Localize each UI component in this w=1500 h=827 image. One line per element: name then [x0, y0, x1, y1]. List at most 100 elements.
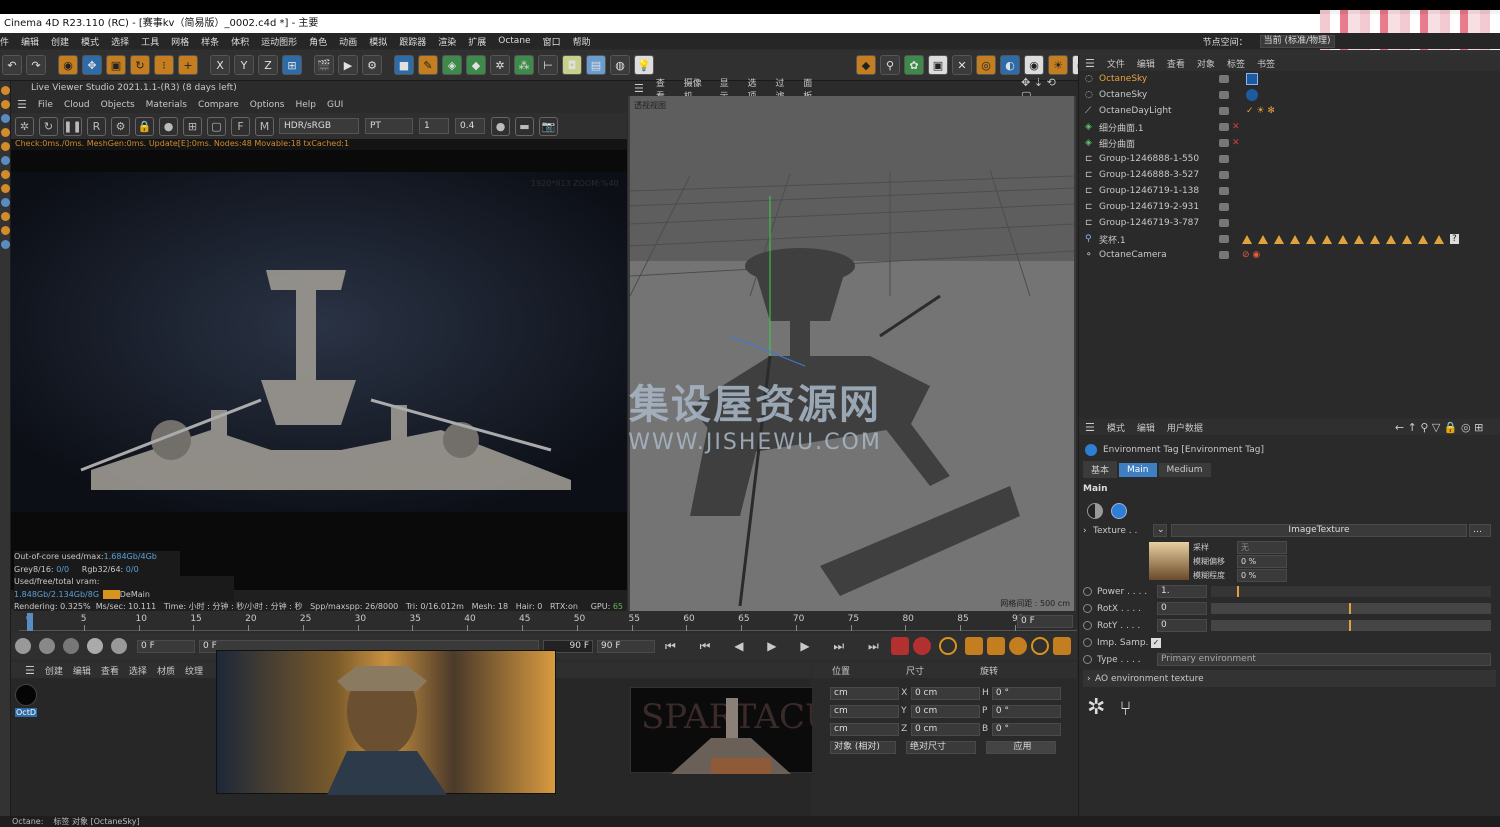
sphere-icon[interactable]	[39, 638, 55, 654]
blur-scale-field[interactable]: 0 %	[1237, 568, 1287, 582]
mat-menu-create[interactable]: 创建	[45, 664, 63, 677]
pla-key-icon[interactable]	[1052, 637, 1071, 655]
visibility-toggle[interactable]	[1219, 187, 1229, 195]
rotate-key-icon[interactable]	[1008, 637, 1027, 655]
subdivision-icon[interactable]: ◈	[442, 55, 462, 75]
env-tag-icon[interactable]	[1246, 73, 1258, 85]
object-row[interactable]: ⊏ Group-1246719-1-138	[1079, 183, 1500, 199]
mat-menu-select[interactable]: 选择	[129, 664, 147, 677]
texture-more-button[interactable]: …	[1469, 524, 1491, 537]
am-menu-userdata[interactable]: 用户数据	[1167, 421, 1203, 434]
tab-medium[interactable]: Medium	[1158, 462, 1211, 477]
menu-octane[interactable]: Octane	[498, 36, 530, 46]
pos-z-field[interactable]: cm	[830, 722, 900, 736]
texture-thumbnail[interactable]	[1149, 542, 1189, 580]
extrude-icon[interactable]: ◆	[466, 55, 486, 75]
tool-dot-4[interactable]	[1, 128, 10, 137]
render-picture-icon[interactable]: ▶	[338, 55, 358, 75]
material-tag-icon[interactable]	[1242, 234, 1252, 244]
keyframe-icon[interactable]	[938, 637, 957, 655]
tool-dot-5[interactable]	[1, 142, 10, 151]
material-pick-icon[interactable]: M	[255, 116, 274, 136]
object-row[interactable]: ⊏ Group-1246888-3-527	[1079, 167, 1500, 183]
lv-menu-help[interactable]: Help	[296, 100, 317, 110]
bar-icon[interactable]: ▬	[515, 116, 534, 136]
visibility-toggle[interactable]	[1219, 139, 1229, 147]
sphere-icon[interactable]	[111, 638, 127, 654]
material-tag-icon[interactable]	[1258, 234, 1268, 244]
octane-help-icon[interactable]: ✲	[1087, 695, 1105, 720]
hamburger-icon[interactable]: ☰	[634, 82, 644, 95]
animate-dot[interactable]	[1083, 621, 1092, 630]
expand-icon[interactable]: ›	[1083, 526, 1093, 536]
node-space-select[interactable]: 当前 (标准/物理)	[1259, 34, 1335, 48]
tool-dot-9[interactable]	[1, 198, 10, 207]
move-icon[interactable]: ✥	[82, 55, 102, 75]
cube-icon[interactable]: ■	[394, 55, 414, 75]
rotate-icon[interactable]: ↻	[130, 55, 150, 75]
menu-select[interactable]: 选择	[111, 35, 129, 48]
render-view[interactable]: 1920*813 ZOOM:%40	[11, 150, 627, 590]
size-x-field[interactable]: 0 cm	[910, 686, 981, 700]
material-tag-icon[interactable]	[1418, 234, 1428, 244]
visibility-toggle[interactable]	[1219, 75, 1229, 83]
playhead[interactable]	[27, 613, 33, 631]
dot-icon[interactable]: ●	[491, 116, 510, 136]
octane-camera-icon[interactable]: ▣	[928, 55, 948, 75]
mat-menu-edit[interactable]: 编辑	[73, 664, 91, 677]
menu-character[interactable]: 角色	[309, 35, 327, 48]
power-slider[interactable]	[1211, 586, 1491, 597]
tab-main[interactable]: Main	[1119, 462, 1157, 477]
scale-key-icon[interactable]	[986, 637, 1005, 655]
camera-icon[interactable]: ◍	[610, 55, 630, 75]
camera-tag-icon[interactable]: ⊘ ◉	[1242, 250, 1260, 260]
tool-dot-8[interactable]	[1, 184, 10, 193]
lv-field-2[interactable]: 0.4	[455, 118, 485, 134]
tab-basic[interactable]: 基本	[1083, 461, 1118, 478]
octane-daylight-icon[interactable]: ☀	[1048, 55, 1068, 75]
right-frame-field[interactable]: 0 F	[1017, 615, 1073, 628]
hamburger-icon[interactable]: ☰	[25, 664, 35, 677]
om-menu-objects[interactable]: 对象	[1197, 57, 1215, 70]
am-nav-icons[interactable]: ← ↑ ⚲ ▽ 🔒 ◎ ⊞	[1395, 421, 1483, 434]
menu-window[interactable]: 窗口	[543, 35, 561, 48]
menu-volume[interactable]: 体积	[231, 35, 249, 48]
menu-tools[interactable]: 工具	[141, 35, 159, 48]
visibility-toggle[interactable]	[1219, 219, 1229, 227]
rot-p-field[interactable]: 0 °	[991, 704, 1061, 718]
mat-menu-material[interactable]: 材质	[157, 664, 175, 677]
menu-animate[interactable]: 动画	[339, 35, 357, 48]
redo-icon[interactable]: ↷	[26, 55, 46, 75]
mat-menu-texture[interactable]: 纹理	[185, 664, 203, 677]
menu-edit[interactable]: 编辑	[21, 35, 39, 48]
om-menu-bookmarks[interactable]: 书签	[1257, 57, 1275, 70]
scale-icon[interactable]: ▣	[106, 55, 126, 75]
ao-section[interactable]: › AO environment texture	[1083, 670, 1496, 687]
lv-field-1[interactable]: 1	[419, 118, 449, 134]
pos-y-field[interactable]: cm	[830, 704, 900, 718]
lv-menu-options[interactable]: Options	[250, 100, 285, 110]
octane-env-icon[interactable]: ◐	[1000, 55, 1020, 75]
tool-dot-3[interactable]	[1, 114, 10, 123]
object-row[interactable]: ⚬ OctaneCamera ⊘ ◉	[1079, 247, 1500, 263]
lv-menu-gui[interactable]: GUI	[327, 100, 343, 110]
object-row[interactable]: ◈ 细分曲面.1 ✕	[1079, 119, 1500, 135]
focus-icon[interactable]: ▢	[207, 116, 226, 136]
hamburger-icon[interactable]: ☰	[1085, 421, 1095, 434]
lv-menu-materials[interactable]: Materials	[146, 100, 187, 110]
material-tag-icon[interactable]	[1274, 234, 1284, 244]
octane-hdri-icon[interactable]: ◉	[1024, 55, 1044, 75]
rot-h-field[interactable]: 0 °	[991, 686, 1061, 700]
tag-icon[interactable]: ◘	[562, 55, 582, 75]
rotx-slider[interactable]	[1211, 603, 1491, 614]
disabled-icon[interactable]: ✕	[1232, 122, 1240, 132]
roty-slider[interactable]	[1211, 620, 1491, 631]
power-field[interactable]: 1.	[1157, 585, 1207, 598]
rot-b-field[interactable]: 0 °	[991, 722, 1061, 736]
size-mode-select[interactable]: 绝对尺寸	[906, 740, 976, 754]
mograph-icon[interactable]: ⁂	[514, 55, 534, 75]
type-select[interactable]: Primary environment	[1157, 653, 1491, 666]
lv-menu-objects[interactable]: Objects	[101, 100, 135, 110]
material-tag-icon[interactable]	[1386, 234, 1396, 244]
send-scene-icon[interactable]: ✲	[15, 116, 34, 136]
